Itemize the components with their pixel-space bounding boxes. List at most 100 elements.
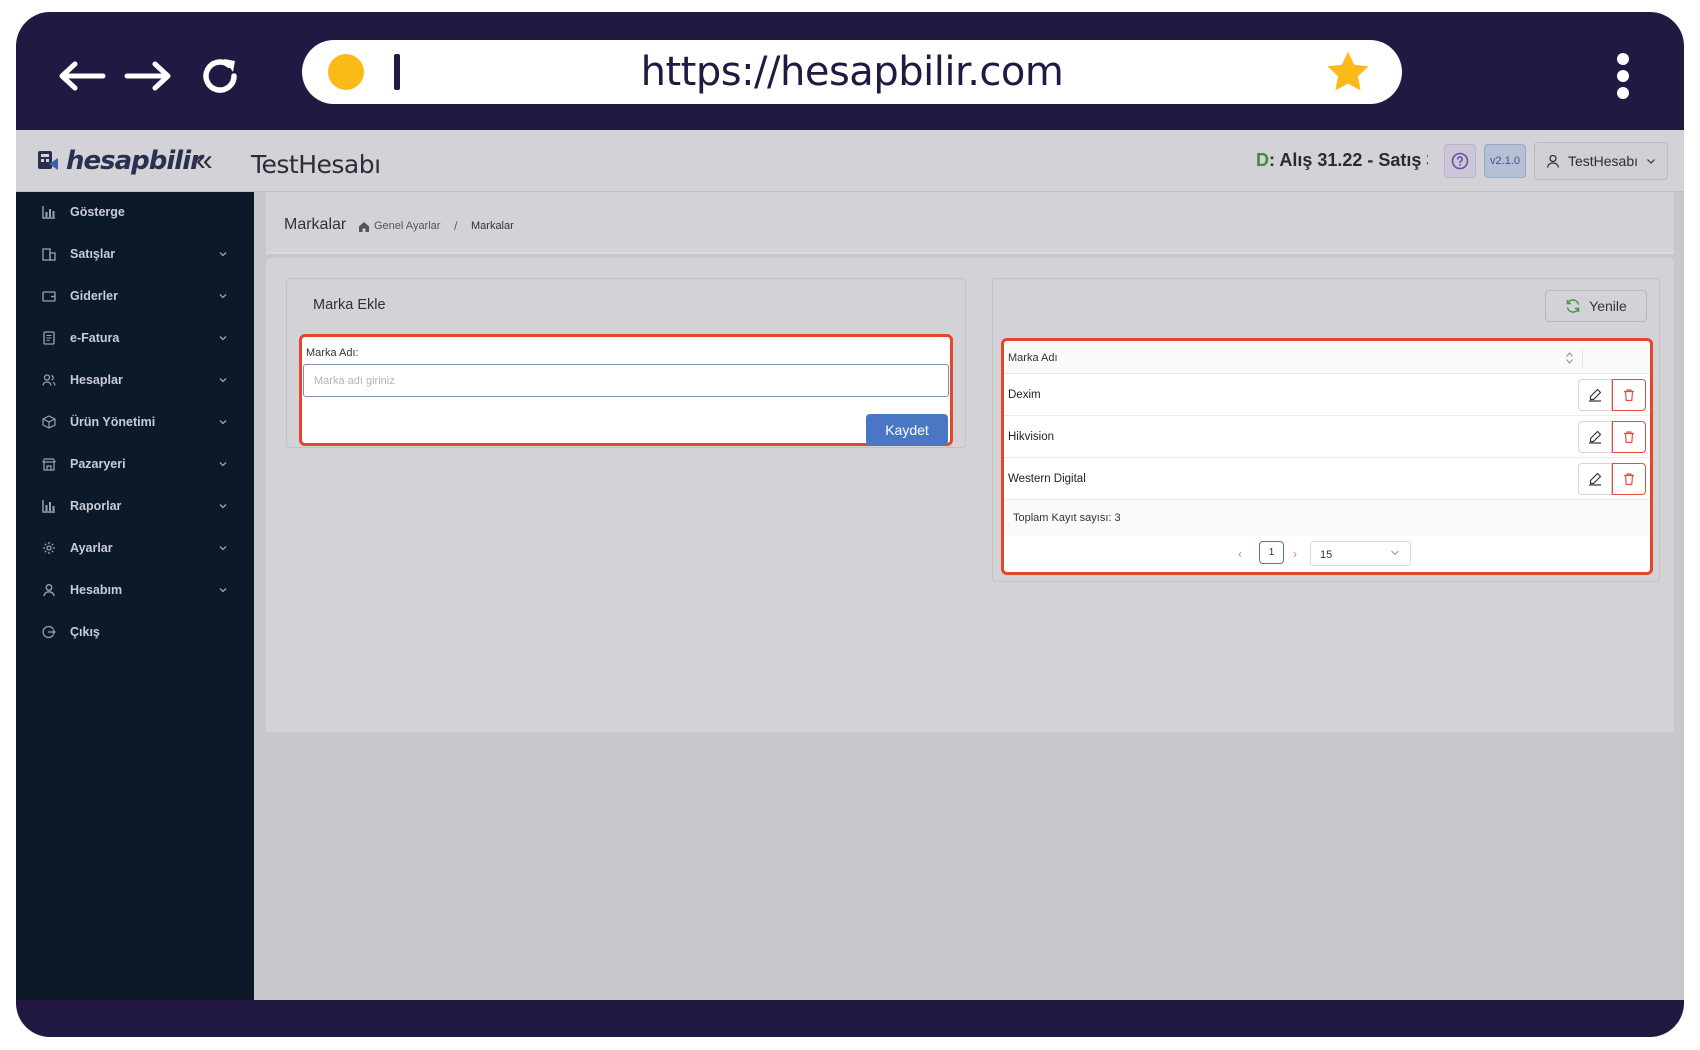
sidebar-item-label: e-Fatura bbox=[70, 331, 120, 345]
save-button[interactable]: Kaydet bbox=[866, 414, 948, 445]
brand-name-input[interactable] bbox=[303, 364, 949, 397]
edit-button[interactable] bbox=[1578, 379, 1612, 411]
brand-name-cell: Western Digital bbox=[1008, 473, 1086, 485]
edit-button[interactable] bbox=[1578, 421, 1612, 453]
sidebar-item-gosterge[interactable]: Gösterge bbox=[16, 192, 254, 232]
forward-icon[interactable] bbox=[120, 48, 176, 104]
browser-chrome: https://hesapbilir.com bbox=[16, 12, 1684, 130]
breadcrumb: Markalar Genel Ayarlar / Markalar bbox=[266, 192, 1674, 254]
sort-icon[interactable] bbox=[1565, 351, 1574, 365]
sidebar-item-hesabim[interactable]: Hesabım bbox=[16, 570, 254, 610]
table-row: Dexim bbox=[1004, 374, 1650, 416]
logout-icon bbox=[42, 625, 56, 639]
users-icon bbox=[42, 374, 56, 386]
address-bar[interactable]: https://hesapbilir.com bbox=[302, 40, 1402, 104]
sidebar-item-label: Hesaplar bbox=[70, 373, 123, 387]
browser-menu-icon[interactable] bbox=[1606, 48, 1640, 104]
chevron-down-icon bbox=[219, 462, 227, 467]
pencil-icon bbox=[1589, 430, 1602, 444]
sidebar-item-label: Çıkış bbox=[70, 625, 100, 639]
chevron-down-icon bbox=[219, 546, 227, 551]
logo-icon bbox=[38, 151, 58, 170]
help-button[interactable] bbox=[1444, 144, 1476, 178]
pencil-icon bbox=[1589, 388, 1602, 402]
brand-list-card: Yenile Marka Adı Dexim Hikvision Western… bbox=[992, 278, 1660, 582]
next-page-icon[interactable]: › bbox=[1293, 547, 1297, 561]
brand-name-cell: Dexim bbox=[1008, 389, 1041, 401]
sidebar-item-ayarlar[interactable]: Ayarlar bbox=[16, 528, 254, 568]
question-icon bbox=[1451, 152, 1469, 170]
text-cursor bbox=[394, 54, 400, 90]
marketplace-icon bbox=[42, 458, 56, 471]
sidebar-item-giderler[interactable]: Giderler bbox=[16, 276, 254, 316]
total-records: Toplam Kayıt sayısı: 3 bbox=[1004, 500, 1650, 536]
site-status-dot bbox=[328, 54, 364, 90]
breadcrumb-parent-link[interactable]: Genel Ayarlar bbox=[374, 220, 440, 232]
back-icon[interactable] bbox=[54, 48, 110, 104]
chevron-down-icon bbox=[219, 588, 227, 593]
sidebar-collapse-button[interactable]: « bbox=[196, 146, 213, 176]
delete-button[interactable] bbox=[1612, 421, 1646, 453]
delete-button[interactable] bbox=[1612, 379, 1646, 411]
sidebar-item-label: Gösterge bbox=[70, 205, 125, 219]
prev-page-icon[interactable]: ‹ bbox=[1238, 547, 1242, 561]
sidebar-item-label: Raporlar bbox=[70, 499, 122, 513]
trash-icon bbox=[1624, 473, 1634, 486]
chevron-down-icon bbox=[219, 378, 227, 383]
refresh-label: Yenile bbox=[1589, 298, 1627, 314]
sidebar-item-hesaplar[interactable]: Hesaplar bbox=[16, 360, 254, 400]
chevron-down-icon bbox=[1391, 550, 1399, 556]
app-logo[interactable]: hesapbilir bbox=[36, 146, 203, 176]
sidebar-item-raporlar[interactable]: Raporlar bbox=[16, 486, 254, 526]
box-icon bbox=[42, 415, 56, 429]
store-icon bbox=[42, 248, 56, 261]
chevron-down-icon bbox=[1647, 159, 1655, 164]
account-title: TestHesabı bbox=[251, 150, 381, 179]
chevron-down-icon bbox=[219, 336, 227, 341]
pencil-icon bbox=[1589, 472, 1602, 486]
chevron-down-icon bbox=[219, 252, 227, 257]
refresh-button[interactable]: Yenile bbox=[1545, 290, 1647, 322]
report-icon bbox=[42, 500, 55, 513]
page-size-select[interactable]: 15 bbox=[1310, 541, 1411, 566]
main-panel: Marka Ekle Marka Adı: Kaydet Yenile Mark… bbox=[266, 258, 1674, 732]
sidebar-item-label: Pazaryeri bbox=[70, 457, 126, 471]
delete-button[interactable] bbox=[1612, 463, 1646, 495]
sidebar-item-pazaryeri[interactable]: Pazaryeri bbox=[16, 444, 254, 484]
user-menu-label: TestHesabı bbox=[1567, 153, 1639, 169]
app-topbar: hesapbilir « TestHesabı D: Alış 31.22 - … bbox=[16, 130, 1684, 192]
chevron-down-icon bbox=[219, 420, 227, 425]
add-brand-form: Marka Adı: Kaydet bbox=[299, 334, 953, 446]
trash-icon bbox=[1624, 431, 1634, 444]
chart-icon bbox=[42, 206, 55, 219]
trash-icon bbox=[1624, 389, 1634, 402]
ticker-prefix: D bbox=[1256, 150, 1269, 170]
user-menu-button[interactable]: TestHesabı bbox=[1534, 142, 1668, 180]
edit-button[interactable] bbox=[1578, 463, 1612, 495]
add-brand-title: Marka Ekle bbox=[313, 297, 386, 313]
app-window: hesapbilir « TestHesabı D: Alış 31.22 - … bbox=[16, 130, 1684, 1000]
logo-text: hesapbilir bbox=[66, 146, 203, 176]
brand-name-label: Marka Adı: bbox=[306, 347, 359, 359]
column-header-brand-name[interactable]: Marka Adı bbox=[1008, 352, 1058, 364]
brand-name-cell: Hikvision bbox=[1008, 431, 1055, 443]
ticker-text: : Alış 31.22 - Satış 31.2 bbox=[1269, 150, 1428, 170]
breadcrumb-separator: / bbox=[454, 219, 458, 233]
gear-icon bbox=[43, 542, 55, 554]
reload-icon[interactable] bbox=[192, 48, 248, 104]
page-number-button[interactable]: 1 bbox=[1259, 541, 1284, 564]
page-size-value: 15 bbox=[1320, 549, 1333, 561]
chevron-down-icon bbox=[219, 504, 227, 509]
sidebar-item-cikis[interactable]: Çıkış bbox=[16, 612, 254, 652]
sidebar-item-efatura[interactable]: e-Fatura bbox=[16, 318, 254, 358]
bookmark-star-icon[interactable] bbox=[1324, 48, 1372, 96]
invoice-icon bbox=[43, 331, 55, 345]
chevron-down-icon bbox=[219, 294, 227, 299]
home-icon[interactable] bbox=[358, 221, 370, 233]
sidebar-item-label: Ürün Yönetimi bbox=[70, 415, 156, 429]
sidebar-item-label: Hesabım bbox=[70, 583, 123, 597]
sidebar: Gösterge Satışlar Giderler e-Fatura Hesa… bbox=[16, 192, 254, 1000]
sidebar-item-urun-yonetimi[interactable]: Ürün Yönetimi bbox=[16, 402, 254, 442]
sidebar-item-satislar[interactable]: Satışlar bbox=[16, 234, 254, 274]
table-header: Marka Adı bbox=[1004, 341, 1650, 374]
